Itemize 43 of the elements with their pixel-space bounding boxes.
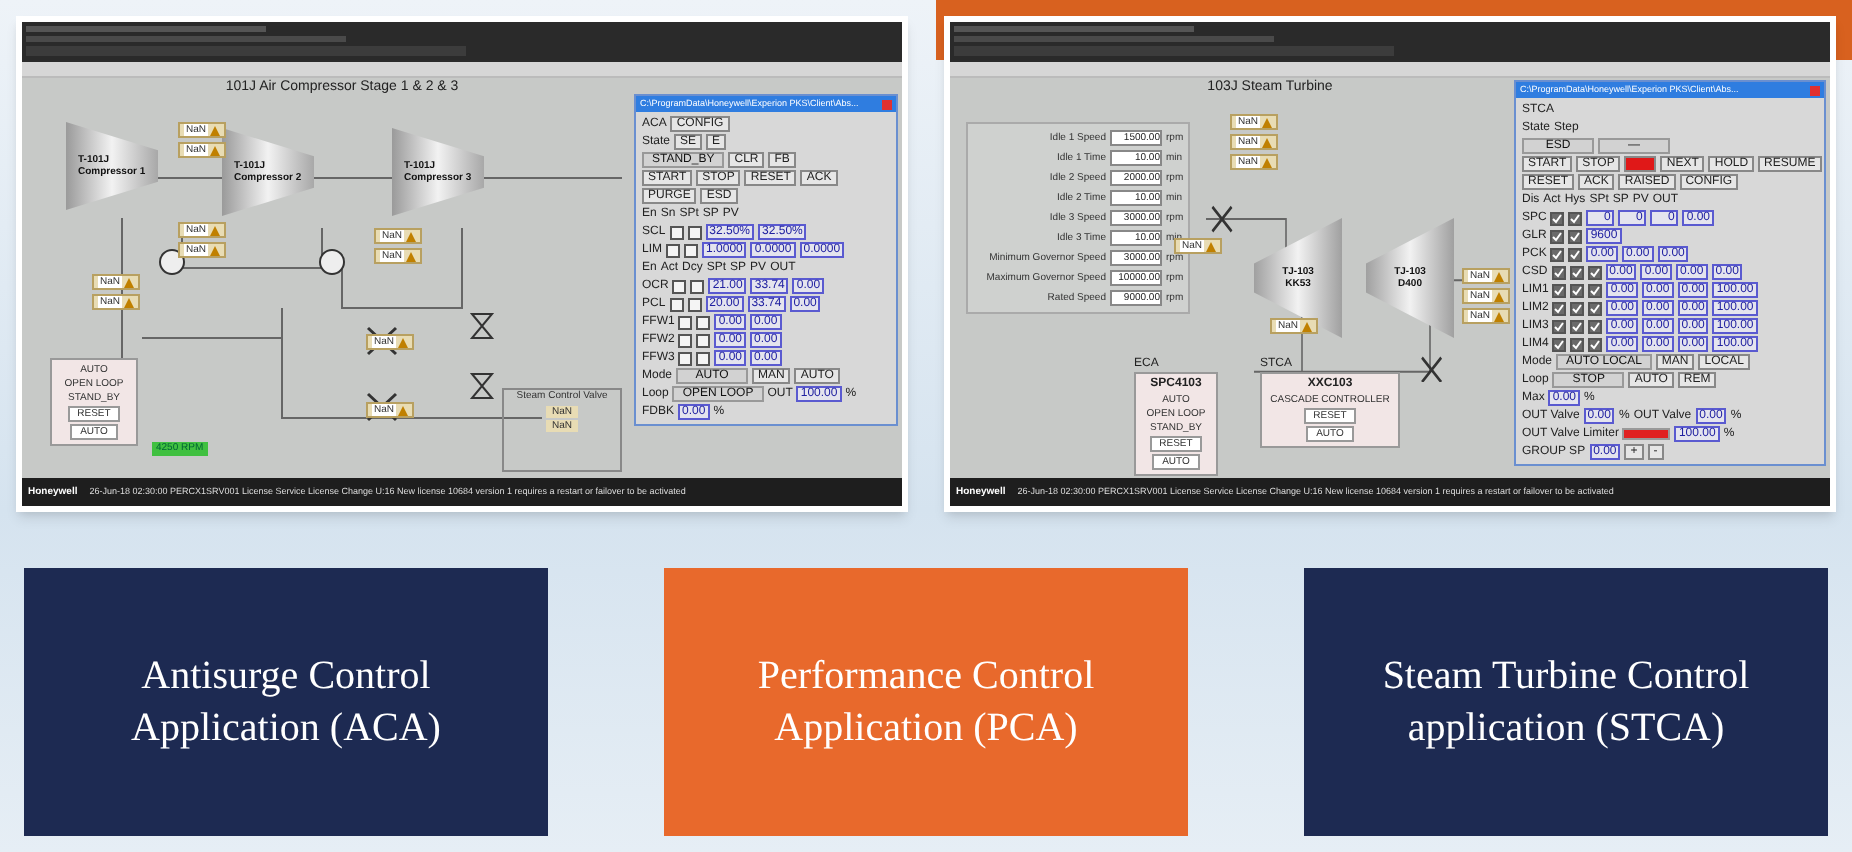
checkbox[interactable]	[1570, 301, 1585, 315]
checkbox[interactable]	[1552, 283, 1567, 297]
checkbox[interactable]	[1552, 301, 1567, 315]
warning-icon	[398, 405, 409, 415]
checkbox[interactable]	[1551, 265, 1566, 279]
checkbox[interactable]	[678, 351, 693, 365]
checkbox[interactable]	[1570, 337, 1585, 351]
checkbox[interactable]	[1588, 301, 1603, 315]
checkbox[interactable]	[1569, 265, 1584, 279]
checkbox[interactable]	[669, 297, 684, 311]
checkbox[interactable]	[1588, 319, 1603, 333]
checkbox[interactable]	[1550, 229, 1565, 243]
checkbox[interactable]	[1570, 283, 1585, 297]
checkbox[interactable]	[1550, 211, 1565, 225]
checkbox[interactable]	[1588, 337, 1603, 351]
checkbox[interactable]	[678, 333, 693, 347]
checkbox[interactable]	[666, 243, 681, 257]
tile-text: Steam Turbine Control application (STCA)	[1380, 652, 1752, 754]
checkbox[interactable]	[696, 351, 711, 365]
tile-text: Performance Control Application (PCA)	[755, 652, 1097, 754]
checkbox[interactable]	[1552, 319, 1567, 333]
checkbox[interactable]	[1568, 211, 1583, 225]
warning-icon	[1206, 241, 1217, 251]
tile-text: Antisurge Control Application (ACA)	[129, 652, 443, 754]
checkbox[interactable]	[1568, 247, 1583, 261]
checkbox[interactable]	[1587, 265, 1602, 279]
checkbox[interactable]	[1588, 283, 1603, 297]
checkbox[interactable]	[1568, 229, 1583, 243]
checkbox[interactable]	[678, 315, 693, 329]
checkbox[interactable]	[684, 243, 699, 257]
warning-icon	[1302, 321, 1313, 331]
checkbox[interactable]	[1570, 319, 1585, 333]
checkbox[interactable]	[696, 315, 711, 329]
alarm-button[interactable]	[1624, 156, 1657, 172]
checkbox[interactable]	[687, 297, 702, 311]
checkbox[interactable]	[687, 225, 702, 239]
warning-icon	[398, 337, 409, 347]
checkbox[interactable]	[1550, 247, 1565, 261]
checkbox[interactable]	[690, 279, 705, 293]
checkbox[interactable]	[669, 225, 684, 239]
checkbox[interactable]	[1552, 337, 1567, 351]
checkbox[interactable]	[672, 279, 687, 293]
checkbox[interactable]	[696, 333, 711, 347]
